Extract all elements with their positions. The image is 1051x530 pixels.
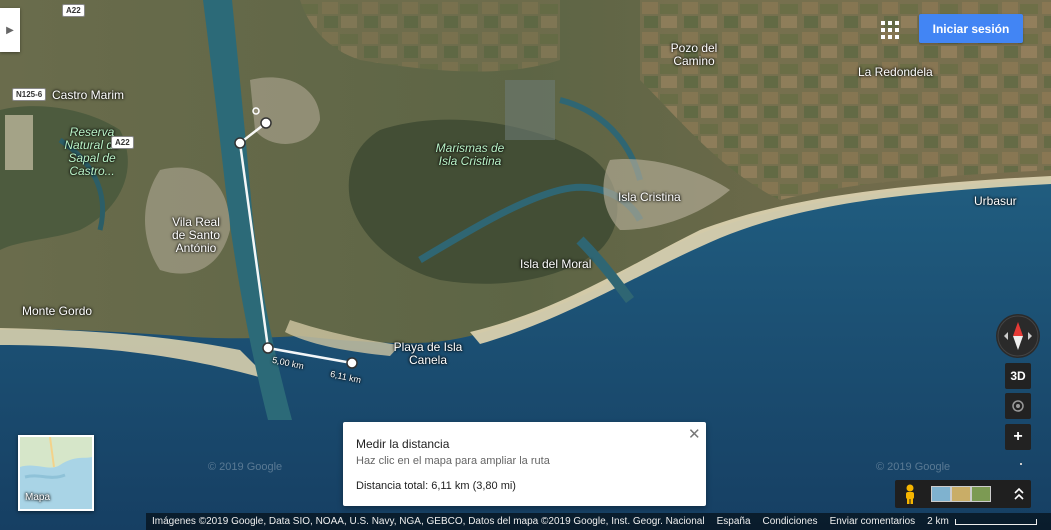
- route-point: [234, 137, 246, 149]
- layer-label: Mapa: [25, 492, 51, 503]
- country-link[interactable]: España: [711, 513, 757, 530]
- apps-grid-icon: [881, 21, 899, 39]
- place-reserva-natural: Reserva Natural do Sapal de Castro...: [64, 125, 120, 178]
- measure-title: Medir la distancia: [356, 437, 450, 451]
- my-location-icon: [1012, 400, 1024, 412]
- close-icon[interactable]: ✕: [688, 425, 701, 443]
- route-point: [346, 357, 358, 369]
- total-distance: Distancia total: 6,11 km (3,80 mi): [356, 480, 516, 492]
- my-location-button[interactable]: [1005, 393, 1031, 419]
- map-layer-toggle[interactable]: Mapa: [18, 435, 94, 511]
- place-marismas: Marismas de Isla Cristina: [435, 141, 505, 168]
- feedback-link[interactable]: Enviar comentarios: [824, 513, 922, 530]
- imagery-thumb-terrain[interactable]: [951, 486, 971, 502]
- scale-bar: [954, 519, 1037, 525]
- measure-hint: Haz clic en el mapa para ampliar la ruta: [356, 455, 550, 467]
- tilt-3d-button[interactable]: 3D: [1005, 363, 1031, 389]
- place-isla-del-moral: Isla del Moral: [520, 257, 592, 271]
- zoom-divider: [1020, 463, 1022, 465]
- attribution-text: Imágenes ©2019 Google, Data SIO, NOAA, U…: [152, 516, 705, 527]
- road-sign: A22: [111, 136, 134, 149]
- zoom-in-button[interactable]: +: [1005, 424, 1031, 450]
- attribution-footer: Imágenes ©2019 Google, Data SIO, NOAA, U…: [146, 513, 1051, 530]
- place-isla-cristina: Isla Cristina: [618, 190, 681, 204]
- road-sign: N125-6: [12, 88, 47, 101]
- expand-up-icon[interactable]: [1013, 487, 1025, 501]
- place-vila-real: Vila Real de Santo António: [171, 215, 221, 255]
- pegman-icon[interactable]: [903, 484, 917, 504]
- place-monte-gordo: Monte Gordo: [22, 304, 93, 318]
- chevron-right-icon: ▶: [6, 24, 14, 36]
- sidebar-toggle-button[interactable]: ▶: [0, 8, 20, 52]
- route-point: [260, 117, 272, 129]
- place-pozo-del-camino: Pozo del Camino: [670, 41, 718, 68]
- terms-link[interactable]: Condiciones: [757, 513, 824, 530]
- imagery-bar: [895, 480, 1031, 508]
- apps-button[interactable]: [880, 20, 900, 40]
- place-castro-marim: Castro Marim: [52, 88, 125, 102]
- signin-button[interactable]: Iniciar sesión: [919, 14, 1023, 43]
- scale-label[interactable]: 2 km: [921, 513, 955, 530]
- compass-icon: [997, 315, 1039, 357]
- measure-distance-card: Medir la distancia Haz clic en el mapa p…: [343, 422, 706, 506]
- compass-button[interactable]: [996, 314, 1040, 358]
- place-urbasur: Urbasur: [974, 194, 1017, 208]
- place-la-redondela: La Redondela: [858, 65, 933, 79]
- place-playa-isla-canela: Playa de Isla Canela: [393, 340, 463, 367]
- map-watermark: © 2019 Google: [876, 461, 951, 473]
- imagery-thumb-satellite[interactable]: [931, 486, 951, 502]
- road-sign: A22: [62, 4, 85, 17]
- imagery-thumb-landscape[interactable]: [971, 486, 991, 502]
- route-point: [262, 342, 274, 354]
- map-watermark: © 2019 Google: [208, 461, 283, 473]
